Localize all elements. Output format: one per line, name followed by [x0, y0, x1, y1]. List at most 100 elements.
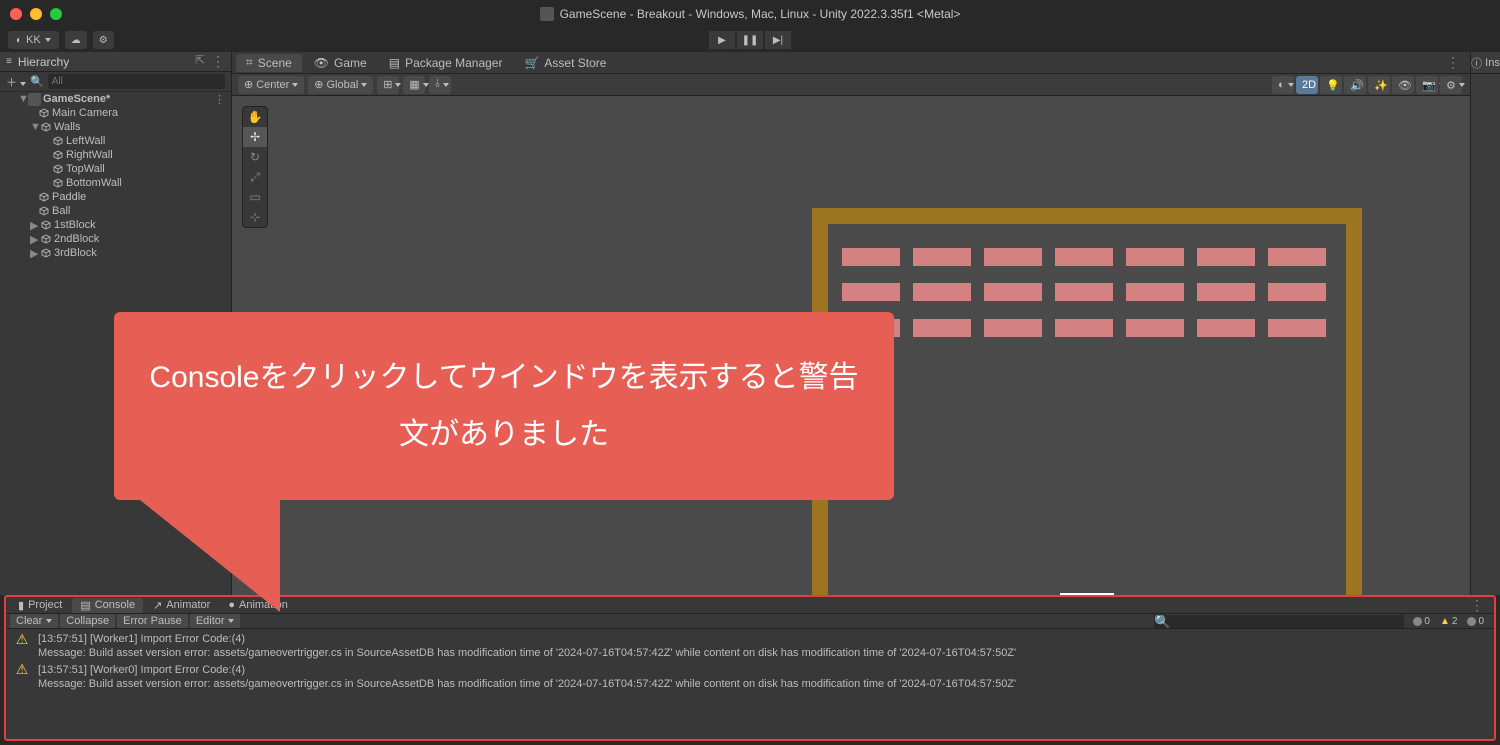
play-button[interactable]: ▶ — [709, 31, 735, 49]
visibility-toggle[interactable]: 👁 — [1392, 76, 1414, 94]
annotation-callout-tail — [130, 492, 280, 612]
hierarchy-item-leftwall[interactable]: LeftWall — [66, 135, 105, 147]
panel-menu-icon[interactable]: ⋮ — [1470, 597, 1484, 614]
2d-toggle[interactable]: 2D — [1296, 76, 1318, 94]
editor-filter-button[interactable]: Editor — [190, 614, 240, 628]
lighting-toggle[interactable]: 💡 — [1320, 76, 1342, 94]
tab-project[interactable]: ▮Project — [10, 598, 70, 613]
step-button[interactable]: ▶| — [765, 31, 791, 49]
center-icon: ⊕ — [244, 78, 253, 91]
handle-toggle[interactable]: ⊕Global — [308, 76, 373, 94]
tab-scene[interactable]: ⌗Scene — [236, 54, 302, 72]
console-toolbar: Clear Collapse Error Pause Editor 0 ▲2 0 — [6, 613, 1494, 629]
game-scene-render — [812, 208, 1362, 595]
rotate-tool[interactable]: ↻ — [243, 147, 267, 167]
cube-icon — [40, 219, 52, 231]
step-icon: ▶| — [773, 35, 783, 46]
play-icon: ▶ — [718, 35, 726, 46]
store-icon: 🛒 — [524, 56, 539, 70]
console-search-input[interactable] — [1154, 615, 1404, 628]
inspector-header[interactable]: ⓘIns — [1471, 52, 1500, 74]
error-count-toggle[interactable]: 0 — [1463, 616, 1488, 627]
rect-tool[interactable]: ▭ — [243, 187, 267, 207]
panel-link-icon[interactable]: ⇱ — [195, 53, 205, 70]
settings-button[interactable]: ⚙ — [93, 31, 114, 49]
pivot-toggle[interactable]: ⊕Center — [238, 76, 304, 94]
clear-button[interactable]: Clear — [10, 614, 58, 628]
gear-icon: ⚙ — [99, 35, 108, 46]
hierarchy-item-ball[interactable]: Ball — [52, 205, 70, 217]
scene-menu-icon[interactable]: ⋮ — [214, 93, 225, 106]
panel-menu-icon[interactable]: ⋮ — [211, 53, 225, 70]
scene-tabs: ⌗Scene 👁Game ▤Package Manager 🛒Asset Sto… — [232, 52, 1470, 74]
account-button[interactable]: ◐ KK — [8, 31, 59, 49]
hierarchy-item-main-camera[interactable]: Main Camera — [52, 107, 118, 119]
play-controls: ▶ ❚❚ ▶| — [709, 31, 791, 49]
console-icon: ▤ — [80, 599, 90, 612]
tab-game[interactable]: 👁Game — [304, 54, 377, 72]
hand-tool[interactable]: ✋ — [243, 107, 267, 127]
cloud-button[interactable]: ☁ — [65, 31, 87, 49]
snap-button[interactable]: ▦ — [403, 76, 425, 94]
close-window-icon[interactable] — [10, 8, 22, 20]
gizmos-button[interactable]: ⚙ — [1440, 76, 1462, 94]
snap-inc-button[interactable]: ⫰ — [429, 76, 451, 94]
console-log-list[interactable]: ⚠ [13:57:51] [Worker1] Import Error Code… — [6, 629, 1494, 694]
hierarchy-item-walls[interactable]: Walls — [54, 121, 80, 133]
hierarchy-item-3rdblock[interactable]: 3rdBlock — [54, 247, 97, 259]
cube-icon — [38, 107, 50, 119]
minimize-window-icon[interactable] — [30, 8, 42, 20]
tab-asset-store[interactable]: 🛒Asset Store — [514, 54, 616, 72]
cloud-icon: ☁ — [71, 35, 81, 46]
hierarchy-item-bottomwall[interactable]: BottomWall — [66, 177, 122, 189]
pause-button[interactable]: ❚❚ — [737, 31, 763, 49]
hierarchy-item-paddle[interactable]: Paddle — [52, 191, 86, 203]
warning-icon: ▲ — [1440, 616, 1450, 627]
hierarchy-item-2ndblock[interactable]: 2ndBlock — [54, 233, 99, 245]
console-counts: 0 ▲2 0 — [1409, 616, 1488, 627]
warn-count-toggle[interactable]: ▲2 — [1436, 616, 1461, 627]
add-button[interactable]: ＋ — [6, 74, 26, 90]
console-log-entry[interactable]: ⚠ [13:57:51] [Worker1] Import Error Code… — [6, 631, 1494, 662]
log-count-toggle[interactable]: 0 — [1409, 616, 1434, 627]
cube-icon — [40, 233, 52, 245]
scene-node[interactable]: GameScene* — [43, 93, 110, 105]
scene-toolbar: ⊕Center ⊕Global ⊞ ▦ ⫰ ◐ 2D 💡 🔊 ✨ 👁 📷 ⚙ — [232, 74, 1470, 96]
fx-toggle[interactable]: ✨ — [1368, 76, 1390, 94]
audio-toggle[interactable]: 🔊 — [1344, 76, 1366, 94]
log-line: [13:57:51] [Worker1] Import Error Code:(… — [38, 632, 1016, 646]
scale-tool[interactable]: ⤢ — [243, 167, 267, 187]
package-icon: ▤ — [389, 56, 400, 70]
account-label: KK — [26, 34, 41, 46]
console-panel: ▮Project ▤Console ↗Animator ●Animation ⋮… — [4, 595, 1496, 741]
move-tool[interactable]: ✢ — [243, 127, 267, 147]
collapse-toggle[interactable]: Collapse — [60, 614, 115, 628]
window-traffic-lights[interactable] — [10, 8, 62, 20]
hierarchy-item-topwall[interactable]: TopWall — [66, 163, 105, 175]
inspector-panel: ⓘIns — [1470, 52, 1500, 595]
camera-button[interactable]: 📷 — [1416, 76, 1438, 94]
chevron-down-icon — [45, 38, 51, 42]
draw-mode-button[interactable]: ◐ — [1272, 76, 1294, 94]
console-log-entry[interactable]: ⚠ [13:57:51] [Worker0] Import Error Code… — [6, 662, 1494, 693]
error-icon — [1467, 617, 1476, 626]
hierarchy-header: ≡ Hierarchy ⇱⋮ — [0, 52, 231, 72]
game-icon: 👁 — [314, 56, 329, 70]
globe-icon: ⊕ — [314, 78, 323, 91]
error-pause-toggle[interactable]: Error Pause — [117, 614, 188, 628]
user-icon: ◐ — [16, 35, 22, 46]
folder-icon: ▮ — [18, 599, 24, 612]
scene-icon — [28, 93, 41, 106]
panel-menu-icon[interactable]: ⋮ — [1446, 54, 1460, 71]
hierarchy-item-1stblock[interactable]: 1stBlock — [54, 219, 96, 231]
titlebar: GameScene - Breakout - Windows, Mac, Lin… — [0, 0, 1500, 28]
walls-render — [812, 208, 1362, 595]
tab-package-manager[interactable]: ▤Package Manager — [379, 54, 513, 72]
scene-icon: ⌗ — [246, 55, 253, 70]
hierarchy-search-input[interactable] — [48, 74, 225, 89]
transform-tool[interactable]: ⊹ — [243, 207, 267, 227]
window-title: GameScene - Breakout - Windows, Mac, Lin… — [560, 7, 961, 21]
maximize-window-icon[interactable] — [50, 8, 62, 20]
hierarchy-item-rightwall[interactable]: RightWall — [66, 149, 113, 161]
grid-button[interactable]: ⊞ — [377, 76, 399, 94]
